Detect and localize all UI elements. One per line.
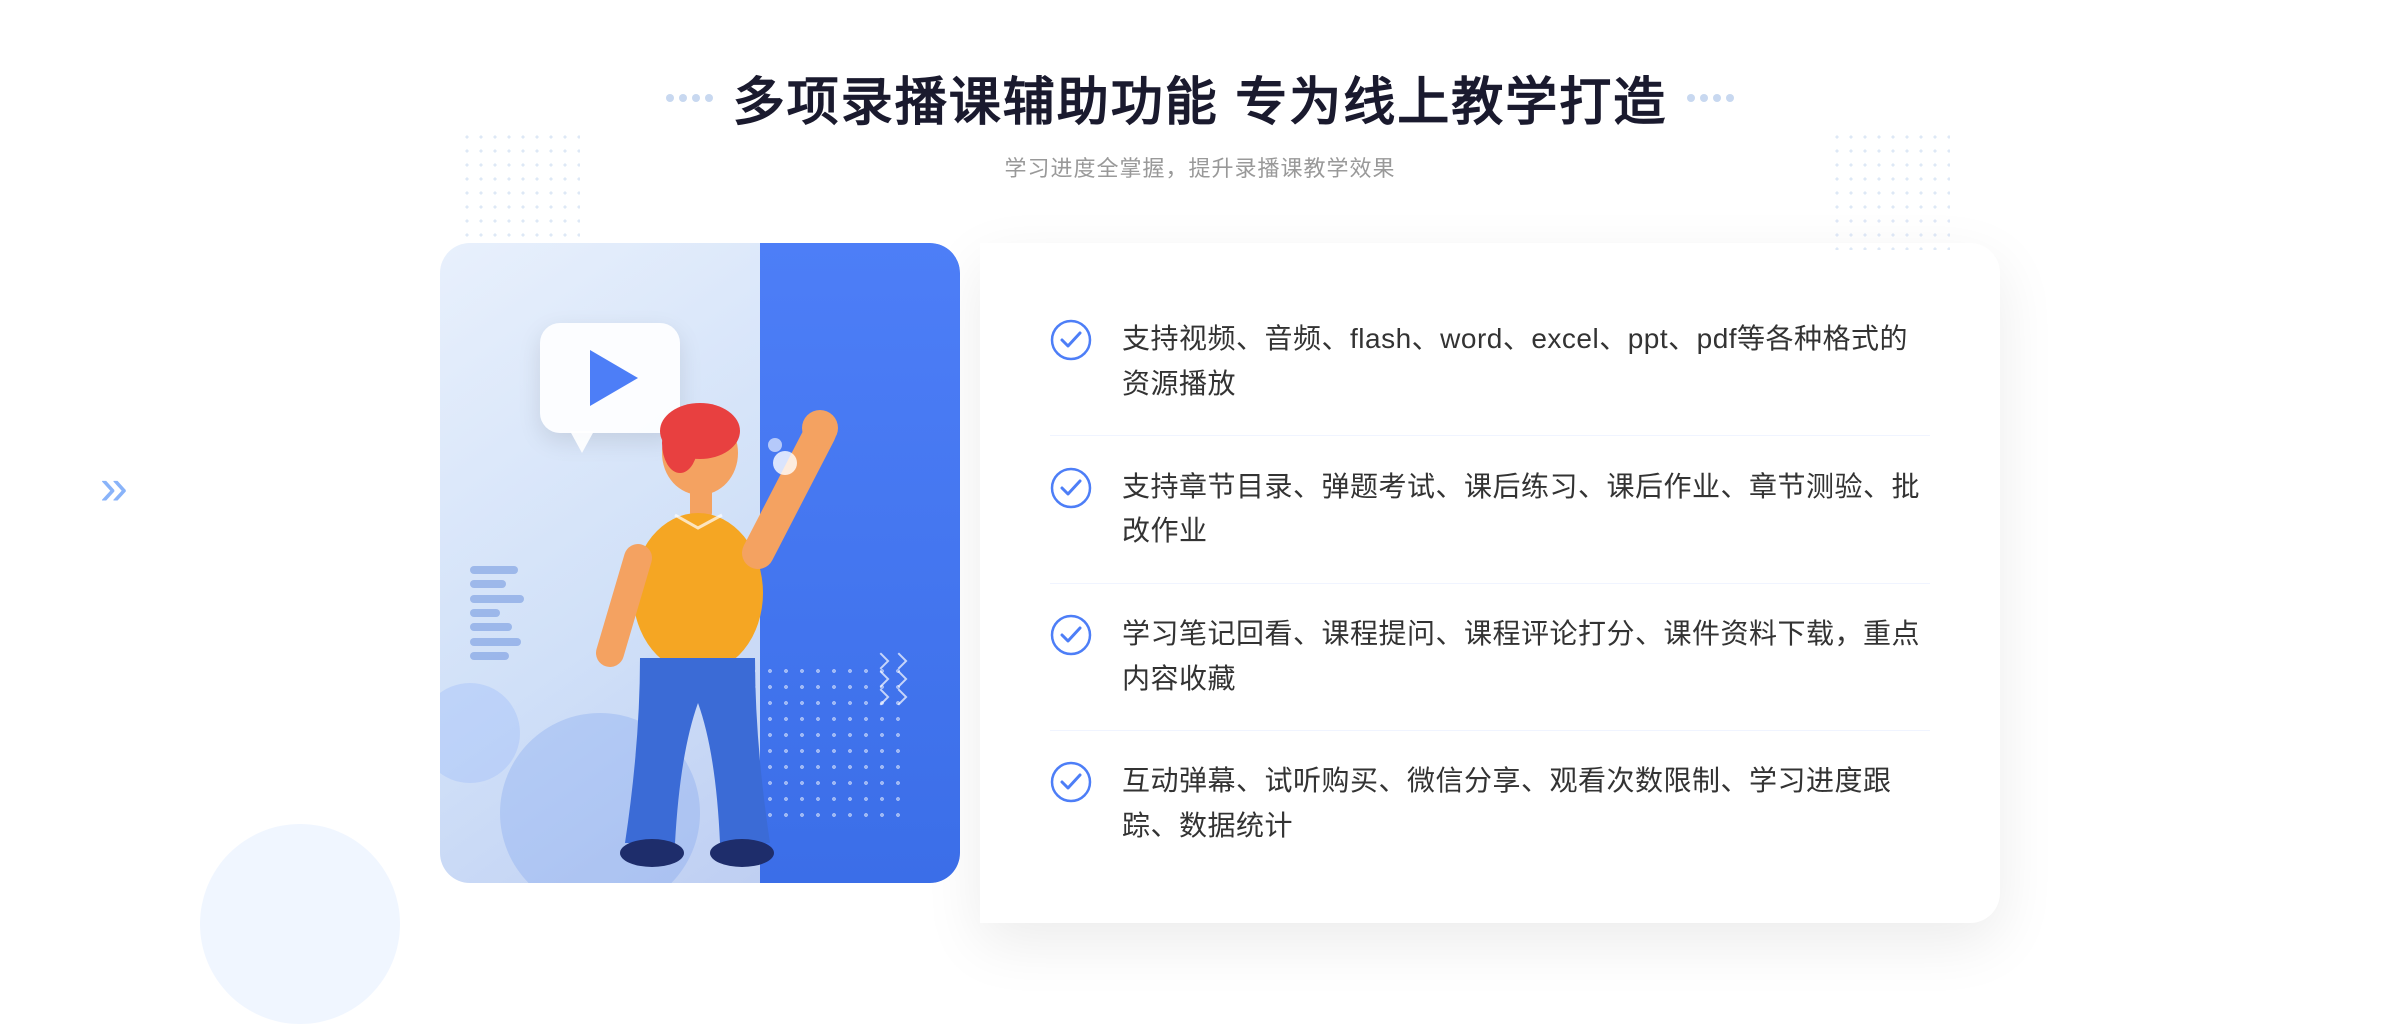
title-dot <box>679 94 687 102</box>
dots-decoration-right <box>1830 130 1950 250</box>
divider-3 <box>1050 730 1930 731</box>
main-title-row: 多项录播课辅助功能 专为线上教学打造 <box>666 60 1734 135</box>
content-area: 支持视频、音频、flash、word、excel、ppt、pdf等各种格式的资源… <box>400 243 2000 923</box>
title-dot <box>1713 94 1721 102</box>
feature-text-3: 学习笔记回看、课程提问、课程评论打分、课件资料下载，重点内容收藏 <box>1122 612 1930 702</box>
title-dot <box>692 94 700 102</box>
feature-item-4: 互动弹幕、试听购买、微信分享、观看次数限制、学习进度跟踪、数据统计 <box>1050 739 1930 869</box>
header-section: 多项录播课辅助功能 专为线上教学打造 学习进度全掌握，提升录播课教学效果 <box>666 60 1734 183</box>
main-title: 多项录播课辅助功能 专为线上教学打造 <box>733 60 1667 135</box>
features-panel: 支持视频、音频、flash、word、excel、ppt、pdf等各种格式的资源… <box>980 243 2000 923</box>
title-dot <box>1700 94 1708 102</box>
sub-title: 学习进度全掌握，提升录播课教学效果 <box>666 151 1734 183</box>
feature-text-2: 支持章节目录、弹题考试、课后练习、课后作业、章节测验、批改作业 <box>1122 465 1930 555</box>
title-dots-right <box>1687 94 1734 102</box>
check-circle-icon-3 <box>1050 614 1092 656</box>
check-circle-icon-2 <box>1050 467 1092 509</box>
title-dot <box>1687 94 1695 102</box>
divider-2 <box>1050 583 1930 584</box>
page-wrapper: 多项录播课辅助功能 专为线上教学打造 学习进度全掌握，提升录播课教学效果 <box>0 0 2400 974</box>
title-dots-left <box>666 94 713 102</box>
title-dot <box>705 94 713 102</box>
person-illustration <box>480 363 860 923</box>
illustration-panel <box>400 243 980 923</box>
feature-item-2: 支持章节目录、弹题考试、课后练习、课后作业、章节测验、批改作业 <box>1050 445 1930 575</box>
feature-item-3: 学习笔记回看、课程提问、课程评论打分、课件资料下载，重点内容收藏 <box>1050 592 1930 722</box>
dots-decoration-left <box>460 130 580 250</box>
title-dot <box>1726 94 1734 102</box>
feature-text-4: 互动弹幕、试听购买、微信分享、观看次数限制、学习进度跟踪、数据统计 <box>1122 759 1930 849</box>
check-circle-icon-4 <box>1050 761 1092 803</box>
divider-1 <box>1050 435 1930 436</box>
check-circle-icon-1 <box>1050 319 1092 361</box>
feature-item-1: 支持视频、音频、flash、word、excel、ppt、pdf等各种格式的资源… <box>1050 297 1930 427</box>
feature-text-1: 支持视频、音频、flash、word、excel、ppt、pdf等各种格式的资源… <box>1122 317 1930 407</box>
page-chevron-left-icon: » <box>100 458 128 516</box>
page-circle-decoration <box>200 824 400 1024</box>
title-dot <box>666 94 674 102</box>
